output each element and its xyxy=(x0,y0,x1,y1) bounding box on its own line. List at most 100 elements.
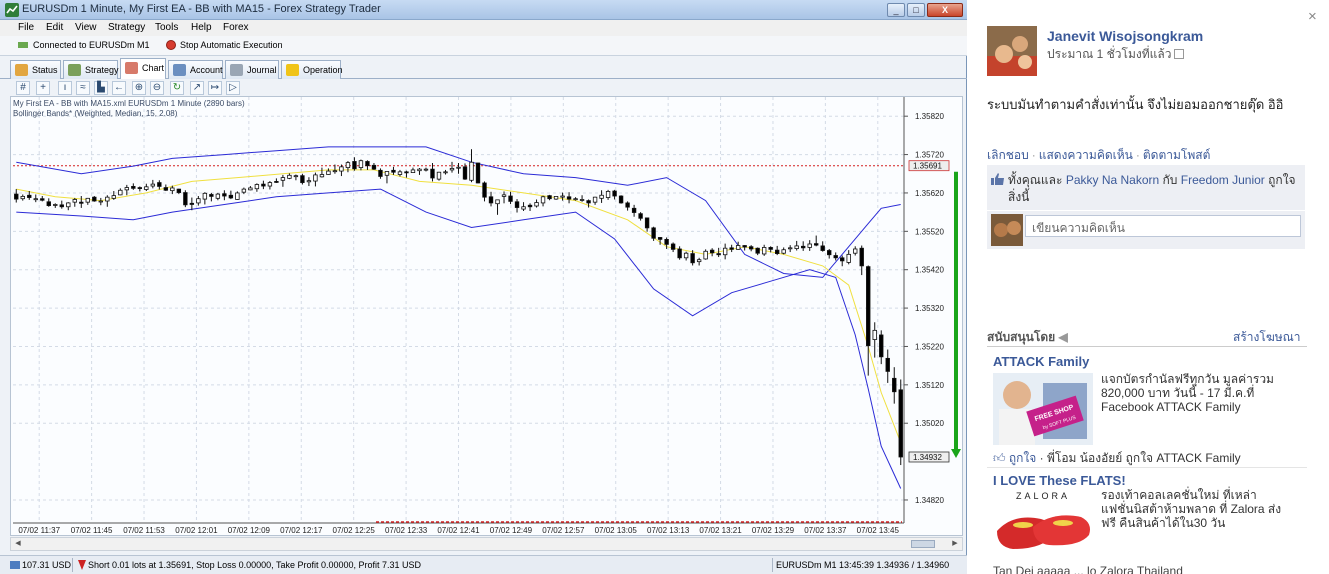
tab-chart[interactable]: Chart xyxy=(120,58,166,79)
grid-icon[interactable]: # xyxy=(16,81,30,95)
positions-icon[interactable]: ▙ xyxy=(94,81,108,95)
ad-title[interactable]: ATTACK Family xyxy=(993,354,1089,369)
scroll-thumb[interactable] xyxy=(911,540,935,548)
orders-icon[interactable]: ≈ xyxy=(76,81,90,95)
comment-link[interactable]: แสดงความคิดเห็น xyxy=(1039,148,1133,162)
zoom-in-icon[interactable]: ⊕ xyxy=(132,81,146,95)
menu-edit[interactable]: Edit xyxy=(46,22,63,33)
candle xyxy=(690,253,695,264)
candle xyxy=(801,245,806,249)
operation-icon xyxy=(286,64,299,76)
thumbs-up-icon xyxy=(991,173,1004,185)
stop-icon[interactable] xyxy=(166,40,176,50)
ad-text[interactable]: รองเท้าคอลเลคชั่นใหม่ ที่เหล่าแฟชั่นนิสต… xyxy=(1101,488,1287,530)
candle xyxy=(722,247,728,256)
candle xyxy=(514,201,520,208)
candle xyxy=(79,201,84,204)
scroll-right-icon[interactable]: ▶ xyxy=(949,539,961,549)
title-bar[interactable]: EURUSDm 1 Minute, My First EA - BB with … xyxy=(0,0,967,20)
candle xyxy=(768,247,773,250)
follow-post-link[interactable]: ติดตามโพสต์ xyxy=(1143,148,1211,162)
maximize-button[interactable]: □ xyxy=(907,3,925,17)
candle xyxy=(345,162,351,169)
likes-text: ทั้งคุณและ Pakky Na Nakorn กับ Freedom J… xyxy=(1008,172,1298,206)
tab-status[interactable]: Status xyxy=(10,60,61,79)
connection-status: Connected to EURUSDm M1 xyxy=(33,40,150,50)
candle xyxy=(261,183,266,187)
ad-image[interactable]: FREE SHOP by SOFT PLUS xyxy=(993,373,1093,445)
ad-title[interactable]: I LOVE These FLATS! xyxy=(993,473,1126,488)
candle xyxy=(774,249,780,254)
current-price-label: 1.34932 xyxy=(913,453,942,462)
y-tick-label: 1.35320 xyxy=(915,304,944,313)
y-tick-label: 1.35220 xyxy=(915,342,944,351)
candle xyxy=(781,249,786,254)
menu-file[interactable]: File xyxy=(18,22,34,33)
liker-link[interactable]: Pakky Na Nakorn xyxy=(1066,173,1159,187)
tab-strategy[interactable]: Strategy xyxy=(63,60,119,79)
unlike-link[interactable]: เลิกชอบ xyxy=(987,148,1029,162)
auto-scroll-icon[interactable]: ▷ xyxy=(226,81,240,95)
candle xyxy=(150,183,156,187)
candle xyxy=(735,245,741,250)
price-chart[interactable]: 1.35820 1.35720 1.35620 1.35520 1.35420 1.353… xyxy=(10,96,963,536)
candle xyxy=(72,199,77,203)
candle xyxy=(183,192,188,206)
x-tick-label: 07/02 13:45 xyxy=(857,526,900,535)
post-time-text: ประมาณ 1 ชั่วโมงที่แล้ว xyxy=(1047,47,1172,61)
candle xyxy=(729,247,734,250)
candle xyxy=(508,195,513,202)
candle xyxy=(846,253,851,263)
entry-icon[interactable]: ↦ xyxy=(208,81,222,95)
menu-help[interactable]: Help xyxy=(191,22,212,33)
create-ad-link[interactable]: สร้างโฆษณา xyxy=(1233,328,1301,347)
indicators-icon[interactable]: ← xyxy=(112,81,126,95)
trade-icon[interactable]: ↗ xyxy=(190,81,204,95)
candle xyxy=(20,196,25,200)
x-tick-label: 07/02 11:37 xyxy=(18,526,60,535)
crosshair-icon[interactable]: + xyxy=(36,81,50,95)
ad-text[interactable]: แจกบัตรกำนัลฟรีทุกวัน มูลค่ารวม 820,000 … xyxy=(1101,372,1287,414)
x-tick-label: 07/02 12:33 xyxy=(385,526,428,535)
like-box: ทั้งคุณและ Pakky Na Nakorn กับ Freedom J… xyxy=(987,165,1305,249)
menu-tools[interactable]: Tools xyxy=(155,22,178,33)
scroll-left-icon[interactable]: ◀ xyxy=(12,539,24,549)
account-icon xyxy=(173,64,186,76)
candle xyxy=(449,167,455,171)
candle xyxy=(872,329,877,340)
tab-journal[interactable]: Journal xyxy=(225,60,279,79)
candle xyxy=(696,259,702,263)
stop-automatic-execution-button[interactable]: Stop Automatic Execution xyxy=(180,40,283,50)
post-time[interactable]: ประมาณ 1 ชั่วโมงที่แล้ว xyxy=(1047,45,1185,64)
balance-icon xyxy=(10,561,20,569)
menu-forex[interactable]: Forex xyxy=(223,22,249,33)
volume-icon[interactable]: ı xyxy=(58,81,72,95)
comment-input[interactable]: เขียนความคิดเห็น xyxy=(1025,215,1301,237)
zoom-out-icon[interactable]: ⊖ xyxy=(150,81,164,95)
candle xyxy=(475,162,481,184)
close-icon[interactable]: × xyxy=(1308,8,1317,25)
candle xyxy=(501,194,507,197)
candle xyxy=(488,196,494,204)
status-bar: 107.31 USD Short 0.01 lots at 1.35691, S… xyxy=(0,555,967,574)
refresh-icon[interactable]: ↻ xyxy=(170,81,184,95)
candle xyxy=(358,160,364,169)
candle xyxy=(170,187,175,192)
candle xyxy=(462,166,468,180)
x-tick-label: 07/02 13:29 xyxy=(752,526,795,535)
tab-account[interactable]: Account xyxy=(168,60,223,79)
minimize-button[interactable]: _ xyxy=(887,3,905,17)
menu-strategy[interactable]: Strategy xyxy=(108,22,145,33)
user-name[interactable]: Janevit Wisojsongkram xyxy=(1047,28,1203,44)
avatar[interactable] xyxy=(987,26,1037,76)
menu-view[interactable]: View xyxy=(75,22,97,33)
close-button[interactable]: X xyxy=(927,3,963,17)
candle xyxy=(306,180,312,183)
tab-operation[interactable]: Operation xyxy=(281,60,343,79)
ad-like-link[interactable]: ถูกใจ xyxy=(1009,451,1036,465)
audience-icon xyxy=(1174,49,1185,59)
ad-image[interactable]: ZALORA xyxy=(993,487,1093,559)
liker-link[interactable]: Freedom Junior xyxy=(1181,173,1265,187)
chart-scrollbar[interactable]: ◀ ▶ xyxy=(10,537,963,551)
y-tick-label: 1.34820 xyxy=(915,496,944,505)
